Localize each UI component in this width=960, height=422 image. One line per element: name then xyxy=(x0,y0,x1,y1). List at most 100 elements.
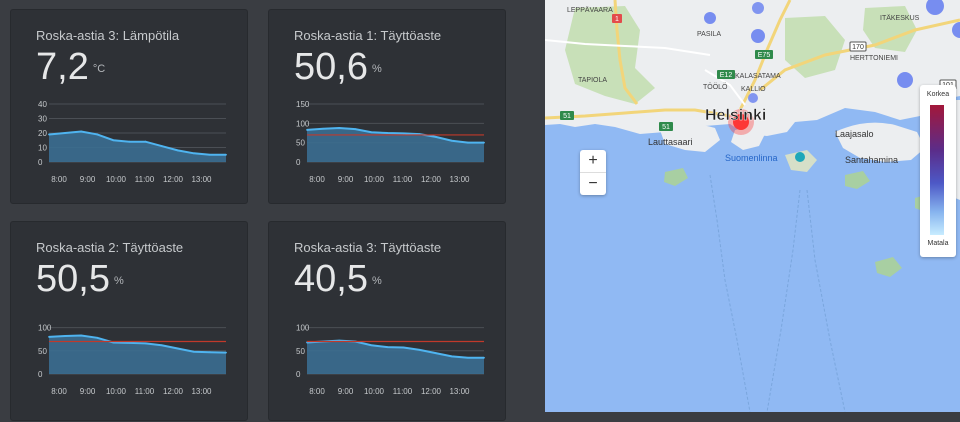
road-shield: E75 xyxy=(758,52,771,59)
road-shield: 170 xyxy=(852,44,864,51)
widget-card-fill-1[interactable]: Roska-astia 1: Täyttöaste 50,6% 150 100 50… xyxy=(268,9,506,204)
x-tick-label: 12:00 xyxy=(421,387,442,396)
x-tick-label: 11:00 xyxy=(393,387,413,396)
data-point xyxy=(402,132,405,135)
data-point xyxy=(434,135,437,138)
y-tick-label: 100 xyxy=(296,119,310,128)
x-tick-label: 10:00 xyxy=(364,387,385,396)
map-label: TÖÖLÖ xyxy=(703,83,728,91)
widget-card-fill-2[interactable]: Roska-astia 2: Täyttöaste 50,5% 100 50 0 8:… xyxy=(10,221,248,421)
data-point xyxy=(209,351,211,354)
data-point xyxy=(386,132,389,134)
y-tick-label: 100 xyxy=(296,324,310,333)
map-label: Suomenlinna xyxy=(725,153,778,163)
x-tick-label: 10:00 xyxy=(106,387,127,396)
map-label: TAPIOLA xyxy=(578,77,607,84)
y-tick-label: 0 xyxy=(296,158,301,167)
widget-card-temp[interactable]: Roska-astia 3: Lämpötila 7,2 °C 40 30 20 10 0… xyxy=(10,9,248,204)
sparkline-chart: 40 30 20 10 0 8:00 9:00 10:00 11:00 12:00 13:00 xyxy=(38,100,227,184)
camera-poi-icon[interactable] xyxy=(795,152,805,162)
data-point xyxy=(144,342,147,345)
data-point xyxy=(192,350,195,353)
x-tick-label: 13:00 xyxy=(191,175,212,184)
map-label: Santahamina xyxy=(845,155,898,165)
data-point xyxy=(467,141,469,144)
x-tick-label: 8:00 xyxy=(309,175,325,184)
legend-low-label: Matala xyxy=(927,240,949,247)
y-tick-label: 0 xyxy=(38,370,43,379)
dashboard-panel: Roska-astia 3: Lämpötila 7,2 °C 40 30 20 10 0… xyxy=(0,0,545,421)
data-point xyxy=(450,355,453,358)
map-label: LEPPÄVAARA xyxy=(567,6,613,14)
x-tick-label: 9:00 xyxy=(338,387,354,396)
x-tick-label: 12:00 xyxy=(163,175,184,184)
y-tick-label: 20 xyxy=(38,129,47,138)
data-point xyxy=(306,129,308,131)
map-label: Laajasalo xyxy=(835,129,874,139)
data-point xyxy=(192,152,195,155)
sparkline-chart: 150 100 50 0 8:00 9:00 10:00 11:00 12:00 13:00 xyxy=(296,100,485,184)
x-tick-label: 13:00 xyxy=(449,387,470,396)
x-tick-label: 13:00 xyxy=(449,175,470,184)
x-tick-label: 9:00 xyxy=(80,175,96,184)
map-label: KALLIO xyxy=(741,86,766,93)
legend-high-label: Korkea xyxy=(926,91,950,98)
data-point xyxy=(160,344,163,347)
data-point xyxy=(96,133,99,136)
data-point xyxy=(112,139,115,142)
y-tick-label: 0 xyxy=(296,370,301,379)
data-point xyxy=(48,335,50,338)
data-point xyxy=(418,348,421,351)
data-point xyxy=(96,336,99,339)
data-point xyxy=(128,342,131,344)
x-tick-label: 8:00 xyxy=(51,175,67,184)
data-point xyxy=(48,133,50,136)
y-tick-label: 30 xyxy=(38,115,47,124)
y-tick-label: 10 xyxy=(38,144,47,153)
data-point xyxy=(128,140,131,143)
heatmap-legend: Korkea Matala xyxy=(920,85,956,257)
road-shield: E12 xyxy=(720,72,733,79)
data-point xyxy=(354,128,357,131)
x-tick-label: 12:00 xyxy=(421,175,442,184)
data-point xyxy=(467,356,469,359)
heatmap-map[interactable]: 1 E75 E12 51 51 170 101 LEPPÄVAARA PASIL… xyxy=(545,0,960,412)
city-label-helsinki: Helsinki xyxy=(705,107,766,124)
x-tick-label: 8:00 xyxy=(51,387,67,396)
data-point xyxy=(176,347,179,350)
data-point xyxy=(209,153,211,156)
legend-gradient xyxy=(930,105,944,235)
y-tick-label: 0 xyxy=(38,158,43,167)
map-label: Lauttasaari xyxy=(648,137,693,147)
road-shield: 51 xyxy=(563,113,571,120)
widget-card-fill-3[interactable]: Roska-astia 3: Täyttöaste 40,5% 100 50 0 8:… xyxy=(268,221,506,421)
data-point xyxy=(386,346,389,348)
series-area xyxy=(49,131,226,162)
x-tick-label: 13:00 xyxy=(191,387,212,396)
sparkline-chart: 100 50 0 8:00 9:00 10:00 11:00 12:00 13:00 xyxy=(296,324,485,396)
data-point xyxy=(370,344,373,347)
map-label: KALASATAMA xyxy=(735,73,781,80)
x-tick-label: 11:00 xyxy=(135,175,155,184)
data-point xyxy=(402,346,405,349)
zoom-out-button[interactable]: − xyxy=(580,172,606,195)
y-tick-label: 40 xyxy=(38,100,47,109)
x-tick-label: 11:00 xyxy=(393,175,413,184)
map-label: PASILA xyxy=(697,31,721,38)
y-tick-label: 50 xyxy=(38,347,47,356)
data-point xyxy=(322,127,324,130)
y-tick-label: 50 xyxy=(296,347,305,356)
data-point xyxy=(160,145,163,147)
road-shield: 1 xyxy=(615,16,619,23)
data-point xyxy=(225,153,227,156)
y-tick-label: 150 xyxy=(296,100,310,109)
data-point xyxy=(370,131,373,134)
map-canvas[interactable]: 1 E75 E12 51 51 170 101 LEPPÄVAARA PASIL… xyxy=(545,0,960,412)
x-tick-label: 12:00 xyxy=(163,387,184,396)
data-point xyxy=(483,356,485,359)
zoom-in-button[interactable]: + xyxy=(580,150,606,172)
map-label: HERTTONIEMI xyxy=(850,55,898,62)
data-point xyxy=(80,130,83,133)
zoom-control: + − xyxy=(580,150,606,195)
data-point xyxy=(176,149,179,152)
